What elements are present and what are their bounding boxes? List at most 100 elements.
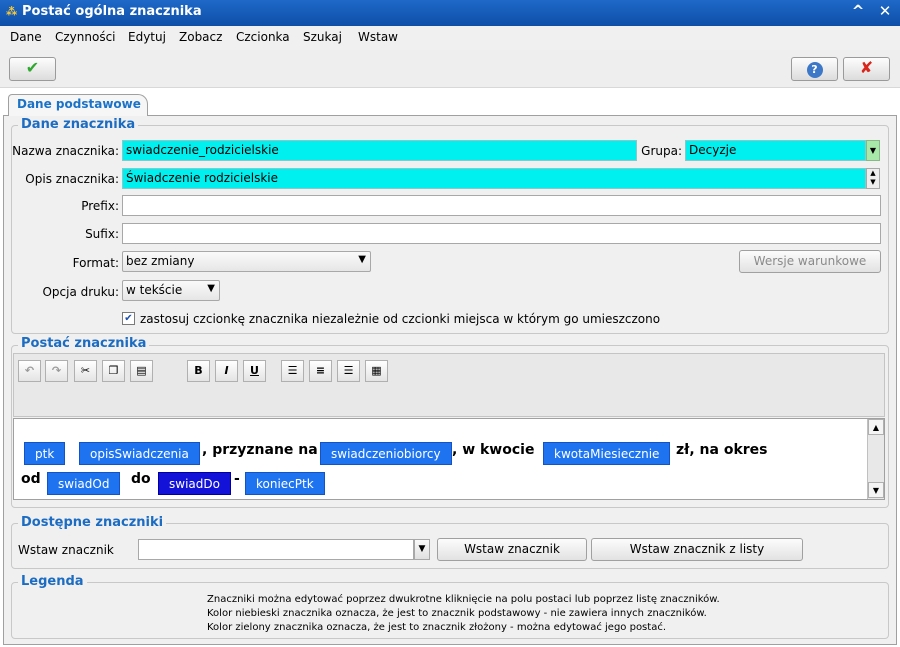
align-left-icon: ☰	[287, 364, 298, 377]
checkmark-icon: ✔	[124, 313, 133, 324]
grupa-dropdown-arrow[interactable]: ▼	[866, 140, 880, 161]
font-checkbox[interactable]: ✔	[122, 312, 135, 325]
tag-opis-swiadczenia[interactable]: opisSwiadczenia	[79, 442, 200, 465]
align-center-icon: ≡	[315, 364, 326, 377]
nazwa-label: Nazwa znacznika:	[12, 144, 119, 158]
cut-icon: ✂	[80, 364, 91, 377]
chevron-down-icon: ▼	[869, 146, 877, 155]
tag-swiad-od[interactable]: swiadOd	[47, 472, 121, 495]
align-right-button[interactable]: ☰	[337, 360, 360, 382]
bold-button[interactable]: B	[187, 360, 210, 382]
align-justify-icon: ▦	[371, 364, 382, 377]
ok-button[interactable]: ✔	[9, 57, 56, 81]
tag-swiad-do[interactable]: swiadDo	[158, 472, 231, 495]
paste-icon: ▤	[136, 364, 147, 377]
sufix-label: Sufix:	[85, 227, 119, 241]
wstaw-znacznik-dropdown[interactable]: ▼	[414, 539, 430, 560]
prefix-input[interactable]	[122, 195, 881, 216]
minimize-button[interactable]: ^	[848, 2, 868, 20]
window-title: Postać ogólna znacznika	[22, 4, 202, 19]
grupa-select[interactable]: Decyzje	[685, 140, 866, 161]
italic-icon: I	[224, 364, 229, 377]
wersje-warunkowe-button[interactable]: Wersje warunkowe	[739, 250, 881, 273]
align-right-icon: ☰	[343, 364, 354, 377]
nazwa-input[interactable]: swiadczenie_rodzicielskie	[122, 140, 637, 161]
copy-button[interactable]: ❐	[102, 360, 125, 382]
editor-text-kwocie: , w kwocie	[452, 442, 535, 458]
underline-button[interactable]: U	[243, 360, 266, 382]
grupa-label: Grupa:	[641, 144, 682, 158]
align-center-button[interactable]: ≡	[309, 360, 332, 382]
paste-button[interactable]: ▤	[130, 360, 153, 382]
editor-toolbar: ↶ ↷ ✂ ❐ ▤ B I U ☰ ≡ ☰ ▦	[13, 353, 885, 417]
menu-czcionka[interactable]: Czcionka	[236, 30, 290, 44]
bold-icon: B	[194, 364, 203, 377]
cut-button[interactable]: ✂	[74, 360, 97, 382]
check-icon: ✔	[25, 58, 40, 77]
editor-text-okres: zł, na okres	[676, 442, 768, 458]
tag-koniec-ptk[interactable]: koniecPtk	[245, 472, 325, 495]
sufix-input[interactable]	[122, 223, 881, 244]
align-justify-button[interactable]: ▦	[365, 360, 388, 382]
legenda-line: Kolor niebieski znacznika oznacza, że je…	[207, 608, 707, 619]
wstaw-znacznik-label: Wstaw znacznik	[18, 543, 114, 557]
menu-szukaj[interactable]: Szukaj	[303, 30, 342, 44]
menu-edytuj[interactable]: Edytuj	[128, 30, 166, 44]
menu-zobacz[interactable]: Zobacz	[179, 30, 222, 44]
format-label: Format:	[72, 256, 119, 270]
tag-swiadczeniobiorcy[interactable]: swiadczeniobiorcy	[320, 442, 452, 465]
wstaw-znacznik-input[interactable]	[138, 539, 414, 560]
close-window-button[interactable]: ✕	[875, 2, 895, 20]
cancel-button[interactable]: ✘	[843, 57, 890, 81]
chevron-down-icon: ▼	[358, 254, 366, 265]
editor-text-do: do	[131, 471, 151, 487]
dostepne-znaczniki-title: Dostępne znaczniki	[18, 515, 167, 530]
prefix-label: Prefix:	[81, 199, 119, 213]
editor-content[interactable]: ptk opisSwiadczenia , przyznane na swiad…	[13, 418, 885, 500]
title-bar: ⁂ Postać ogólna znacznika ^ ✕	[0, 0, 900, 26]
dane-znacznika-title: Dane znacznika	[18, 117, 139, 132]
format-select[interactable]: bez zmiany ▼	[122, 251, 371, 272]
menu-wstaw[interactable]: Wstaw	[358, 30, 398, 44]
format-value: bez zmiany	[126, 254, 195, 268]
editor-text-przyznane: , przyznane na	[202, 442, 318, 458]
copy-icon: ❐	[108, 364, 119, 377]
opcja-druku-value: w tekście	[126, 283, 183, 297]
opis-label: Opis znacznika:	[25, 172, 119, 186]
opis-spinner[interactable]: ▲ ▼	[866, 168, 880, 189]
app-icon: ⁂	[6, 5, 18, 18]
help-button[interactable]: ?	[791, 57, 838, 81]
align-left-button[interactable]: ☰	[281, 360, 304, 382]
wstaw-znacznik-z-listy-button[interactable]: Wstaw znacznik z listy	[591, 538, 803, 561]
legenda-title: Legenda	[18, 574, 87, 589]
tag-ptk[interactable]: ptk	[24, 442, 66, 465]
tab-dane-podstawowe[interactable]: Dane podstawowe	[8, 94, 148, 116]
opis-input[interactable]: Świadczenie rodzicielskie	[122, 168, 866, 189]
spinner-down-icon: ▼	[870, 178, 876, 186]
scroll-down-icon[interactable]: ▼	[868, 482, 884, 498]
editor-text-od: od	[21, 471, 41, 487]
redo-button[interactable]: ↷	[45, 360, 68, 382]
chevron-down-icon: ▼	[207, 283, 215, 294]
spinner-up-icon: ▲	[870, 169, 876, 177]
underline-icon: U	[250, 364, 259, 377]
opcja-druku-label: Opcja druku:	[42, 285, 119, 299]
editor-scrollbar[interactable]: ▲ ▼	[867, 419, 884, 499]
postac-znacznika-title: Postać znacznika	[18, 336, 150, 351]
opcja-druku-select[interactable]: w tekście ▼	[122, 280, 220, 301]
close-icon: ✘	[859, 58, 874, 77]
editor-text-dash: -	[234, 471, 240, 487]
menu-czynnosci[interactable]: Czynności	[55, 30, 116, 44]
menu-dane[interactable]: Dane	[10, 30, 42, 44]
italic-button[interactable]: I	[215, 360, 238, 382]
redo-icon: ↷	[51, 364, 62, 377]
undo-button[interactable]: ↶	[18, 360, 41, 382]
undo-icon: ↶	[24, 364, 35, 377]
toolbar: ✔ ? ✘	[0, 50, 900, 88]
menu-bar: Dane Czynności Edytuj Zobacz Czcionka Sz…	[0, 26, 900, 50]
wstaw-znacznik-button[interactable]: Wstaw znacznik	[437, 538, 587, 561]
tag-kwota-miesiecznie[interactable]: kwotaMiesiecznie	[543, 442, 671, 465]
chevron-down-icon: ▼	[418, 544, 426, 554]
help-icon: ?	[806, 62, 823, 78]
scroll-up-icon[interactable]: ▲	[868, 419, 884, 435]
